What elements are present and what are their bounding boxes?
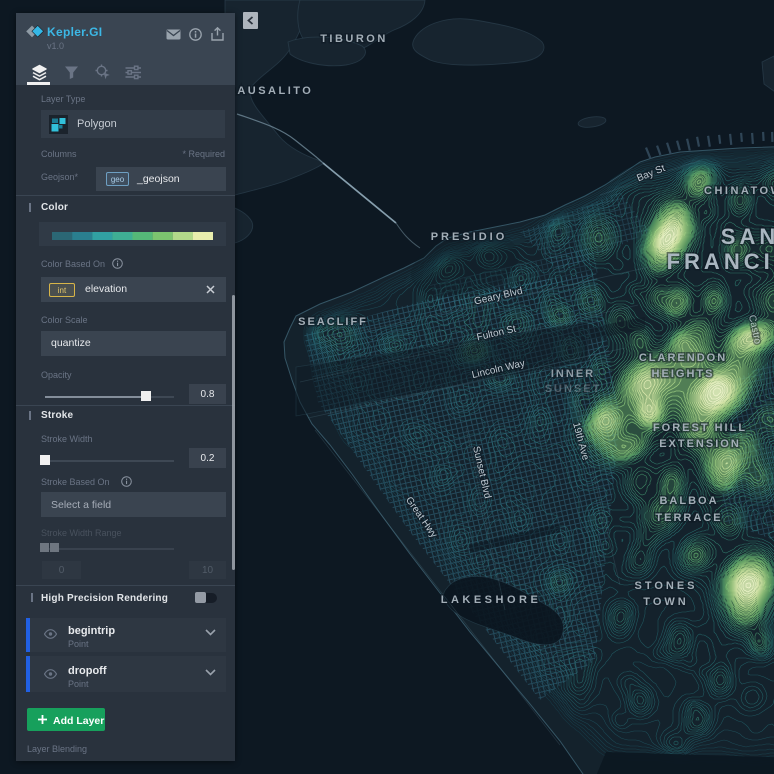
svg-text:EXTENSION: EXTENSION xyxy=(659,438,741,450)
svg-text:SUNSET: SUNSET xyxy=(545,383,602,395)
svg-text:CLARENDON: CLARENDON xyxy=(639,352,727,364)
svg-text:FRANCISCO: FRANCISCO xyxy=(667,249,774,274)
svg-text:BALBOA: BALBOA xyxy=(659,495,718,507)
svg-text:SAN: SAN xyxy=(721,224,774,249)
svg-text:FOREST HILL: FOREST HILL xyxy=(653,422,747,434)
svg-text:LAKESHORE: LAKESHORE xyxy=(441,594,542,606)
svg-text:HEIGHTS: HEIGHTS xyxy=(652,368,715,380)
svg-text:TERRACE: TERRACE xyxy=(655,512,722,524)
svg-text:CHINATOWN: CHINATOWN xyxy=(704,185,774,197)
svg-text:TIBURON: TIBURON xyxy=(320,33,388,45)
svg-text:SAUSALITO: SAUSALITO xyxy=(228,85,314,97)
svg-text:TOWN: TOWN xyxy=(643,596,688,608)
svg-text:SEACLIFF: SEACLIFF xyxy=(298,316,368,328)
svg-text:STONES: STONES xyxy=(634,580,697,592)
svg-text:INNER: INNER xyxy=(551,368,595,380)
svg-text:PRESIDIO: PRESIDIO xyxy=(431,231,508,243)
